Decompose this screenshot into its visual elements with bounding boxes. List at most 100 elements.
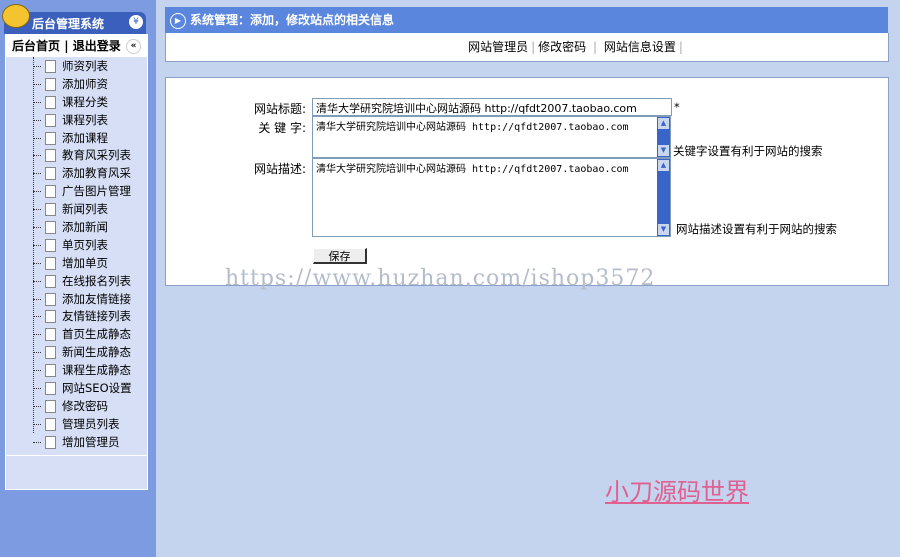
scroll-up-icon[interactable]: ▲ (658, 160, 669, 171)
menu-panel: 后台首页 | 退出登录 « 师资列表添加师资课程分类课程列表添加课程 教育风采列表… (5, 34, 148, 490)
menu-item[interactable]: 课程生成静态 (33, 361, 147, 379)
page-header: ▶ 系统管理：添加，修改站点的相关信息 (165, 7, 888, 33)
menu-item[interactable]: 添加新闻 (33, 218, 147, 236)
menu-item[interactable]: 新闻列表 (33, 200, 147, 218)
menu-item[interactable]: 新闻生成静态 (33, 343, 147, 361)
watermark: https://www.huzhan.com/ishop3572 (225, 266, 656, 291)
menu-item[interactable]: 师资列表 (33, 57, 147, 75)
menu-item[interactable]: 单页列表 (33, 236, 147, 254)
scrollbar[interactable]: ▲ ▼ (657, 159, 670, 236)
document-icon (45, 167, 56, 181)
page-title: 系统管理：添加，修改站点的相关信息 (190, 13, 395, 27)
brand-text: 小刀源码世界 (605, 478, 749, 506)
menu-item[interactable]: 在线报名列表 (33, 272, 147, 290)
menu-item-label: 课程列表 (62, 112, 108, 127)
menu-item-label: 单页列表 (62, 237, 108, 252)
menu-item[interactable]: 课程列表 (33, 111, 147, 129)
home-link[interactable]: 后台首页 (12, 39, 60, 53)
document-icon (45, 328, 56, 342)
menu-tree: 师资列表添加师资课程分类课程列表添加课程 教育风采列表 添加教育风采 广告图片管理 新闻… (6, 57, 147, 451)
scroll-down-icon[interactable]: ▼ (658, 145, 669, 156)
menu-item[interactable]: 管理员列表 (33, 415, 147, 433)
menu-item-label: 广告图片管理 (62, 184, 131, 199)
scroll-down-icon[interactable]: ▼ (658, 224, 669, 235)
sidebar-header: 后台管理系统 ¥ (2, 4, 146, 34)
menu-item-label: 添加新闻 (62, 220, 108, 235)
settings-form: 网站标题: 清华大学研究院培训中心网站源码 http://qfdt2007.ta… (165, 77, 889, 286)
menu-item[interactable]: 添加友情链接 (33, 290, 147, 308)
menu-item-label: 增加单页 (62, 255, 108, 270)
collapse-down-icon[interactable]: ¥ (129, 15, 143, 29)
document-icon (45, 382, 56, 396)
menu-item-label: 师资列表 (62, 59, 108, 73)
menu-item-label: 添加师资 (62, 76, 108, 91)
document-icon (45, 238, 56, 252)
link-password[interactable]: 修改密码 (538, 40, 586, 54)
menu-item[interactable]: 添加师资 (33, 75, 147, 93)
collapse-left-icon[interactable]: « (126, 39, 141, 54)
menu-item[interactable]: 课程分类 (33, 93, 147, 111)
menu-item-label: 添加教育风采 (62, 166, 131, 181)
menu-item-label: 新闻列表 (62, 202, 108, 217)
document-icon (45, 149, 56, 163)
keywords-label: 关 键 字: (258, 121, 306, 135)
menu-item-label: 网站SEO设置 (62, 381, 132, 396)
scroll-up-icon[interactable]: ▲ (658, 118, 669, 129)
menu-item[interactable]: 教育风采列表 (33, 146, 147, 164)
link-admin[interactable]: 网站管理员 (368, 40, 528, 54)
document-icon (45, 364, 56, 378)
menu-item[interactable]: 增加单页 (33, 254, 147, 272)
document-icon (45, 346, 56, 360)
document-icon (45, 113, 56, 127)
sub-nav: 网站管理员 | 修改密码 | 网站信息设置 | (165, 33, 889, 62)
app-title: 后台管理系统 (32, 17, 105, 31)
logout-link[interactable]: 退出登录 (73, 39, 121, 53)
menu-item[interactable]: 友情链接列表 (33, 307, 147, 325)
menu-item-label: 在线报名列表 (62, 273, 131, 288)
document-icon (45, 292, 56, 306)
top-nav: 后台首页 | 退出登录 « (6, 35, 147, 57)
divider (6, 454, 147, 456)
menu-item[interactable]: 首页生成静态 (33, 325, 147, 343)
menu-item[interactable]: 添加课程 (33, 129, 147, 147)
link-site-info[interactable]: 网站信息设置 (604, 40, 676, 54)
document-icon (45, 221, 56, 235)
desc-textarea[interactable]: 清华大学研究院培训中心网站源码 http://qfdt2007.taobao.c… (312, 158, 671, 237)
menu-item[interactable]: 广告图片管理 (33, 182, 147, 200)
document-icon (45, 131, 56, 145)
menu-item-label: 教育风采列表 (62, 148, 131, 163)
menu-item-label: 课程分类 (62, 94, 108, 109)
menu-item-label: 修改密码 (62, 398, 108, 413)
document-icon (45, 77, 56, 91)
logo-icon (2, 4, 30, 28)
save-button[interactable]: 保存 (313, 248, 367, 264)
menu-item[interactable]: 网站SEO设置 (33, 379, 147, 397)
document-icon (45, 185, 56, 199)
document-icon (45, 310, 56, 324)
menu-item-label: 课程生成静态 (62, 363, 131, 378)
document-icon (45, 60, 56, 73)
menu-item[interactable]: 添加教育风采 (33, 164, 147, 182)
document-icon (45, 274, 56, 288)
document-icon (45, 95, 56, 109)
desc-value: 清华大学研究院培训中心网站源码 http://qfdt2007.taobao.c… (316, 164, 629, 175)
document-icon (45, 203, 56, 217)
document-icon (45, 435, 56, 449)
document-icon (45, 399, 56, 413)
scrollbar[interactable]: ▲ ▼ (657, 117, 670, 157)
document-icon (45, 256, 56, 270)
keywords-textarea[interactable]: 清华大学研究院培训中心网站源码 http://qfdt2007.taobao.c… (312, 116, 671, 158)
menu-item-label: 友情链接列表 (62, 309, 131, 324)
document-icon (45, 417, 56, 431)
title-label: 网站标题: (253, 102, 306, 116)
required-mark: * (674, 100, 680, 114)
sidebar: 后台管理系统 ¥ 后台首页 | 退出登录 « 师资列表添加师资课程分类课程列表添… (0, 0, 156, 557)
menu-item-label: 首页生成静态 (62, 327, 131, 342)
menu-item[interactable]: 增加管理员 (33, 433, 147, 451)
title-input[interactable]: 清华大学研究院培训中心网站源码 http://qfdt2007.taobao.c… (312, 98, 672, 116)
menu-item[interactable]: 修改密码 (33, 397, 147, 415)
desc-hint: 网站描述设置有利于网站的搜索 (676, 222, 837, 236)
menu-item-label: 管理员列表 (62, 416, 120, 431)
menu-item-label: 新闻生成静态 (62, 345, 131, 360)
menu-item-label: 增加管理员 (62, 434, 120, 449)
